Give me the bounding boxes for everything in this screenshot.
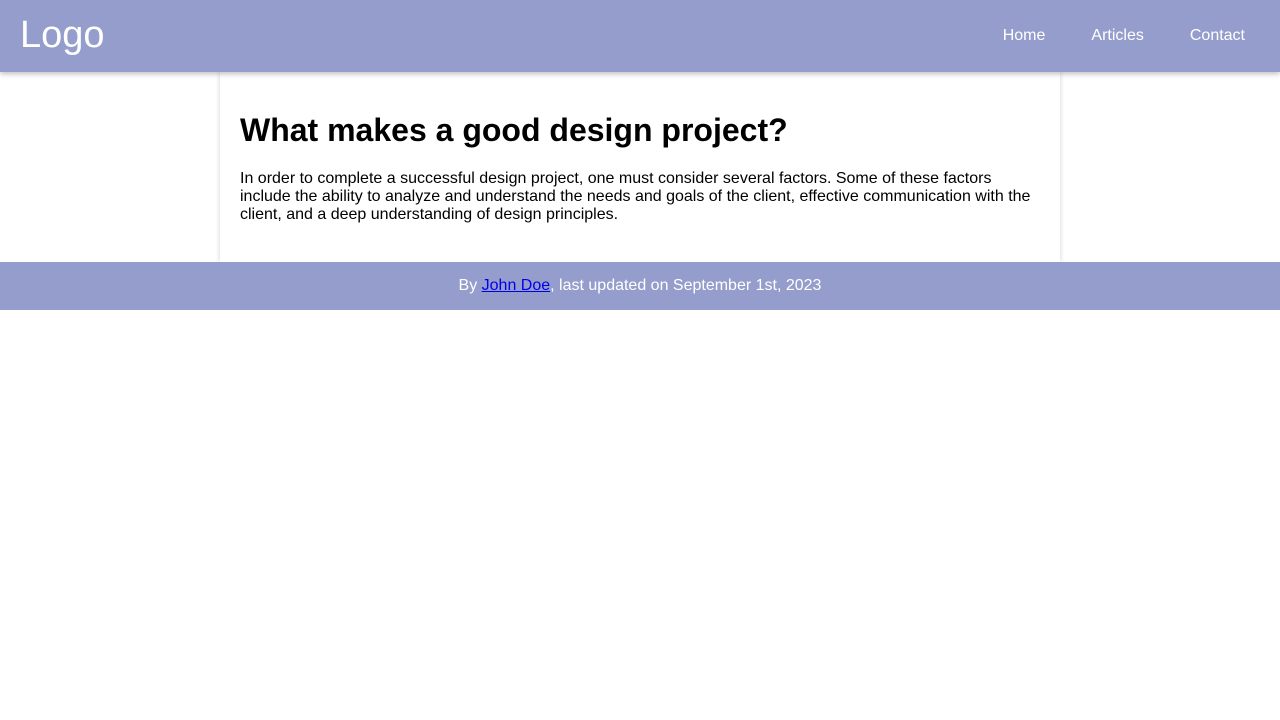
article-title: What makes a good design project? (240, 112, 788, 148)
nav-home-link[interactable]: Home (980, 0, 1069, 72)
article-card: What makes a good design project? In ord… (220, 72, 1060, 262)
article-body: In order to complete a successful design… (240, 170, 1031, 223)
nav-contact-link[interactable]: Contact (1167, 0, 1268, 72)
site-footer: By John Doe, last updated on September 1… (0, 262, 1280, 310)
nav-articles-link[interactable]: Articles (1068, 0, 1166, 72)
author-link[interactable]: John Doe (482, 277, 551, 294)
footer-updated-text: , last updated on September 1st, 2023 (550, 277, 822, 294)
site-header: Logo Home Articles Contact (0, 0, 1280, 72)
footer-prefix: By (458, 277, 482, 294)
logo[interactable]: Logo (20, 14, 105, 56)
main-nav: Home Articles Contact (980, 0, 1268, 72)
